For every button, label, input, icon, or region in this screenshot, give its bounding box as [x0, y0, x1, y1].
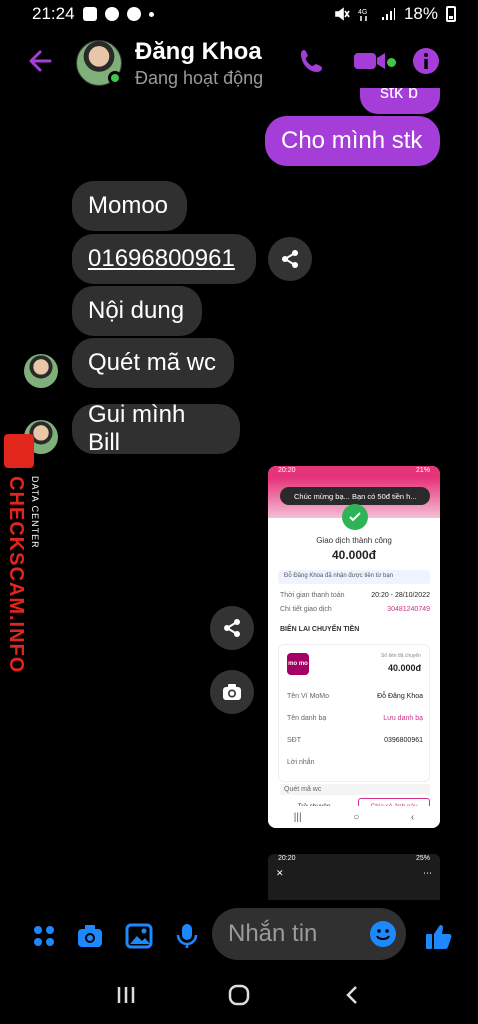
microphone-icon[interactable] — [173, 922, 201, 950]
received-message-phone-link[interactable]: 01696800961 — [72, 234, 256, 284]
share-icon — [224, 619, 240, 637]
apps-menu-icon[interactable] — [30, 922, 58, 950]
share-button[interactable] — [268, 237, 312, 281]
back-arrow-icon[interactable] — [26, 46, 56, 76]
mute-icon — [335, 7, 350, 21]
recent-apps-icon[interactable] — [115, 984, 137, 1006]
sender-avatar[interactable] — [24, 354, 58, 388]
lock-logo-icon — [4, 434, 34, 468]
status-bar: 21:24 4G 18% — [0, 0, 478, 28]
message-input[interactable]: Nhắn tin — [212, 908, 406, 960]
contact-status: Đang hoạt động — [135, 68, 264, 88]
gallery-icon[interactable] — [125, 922, 153, 950]
video-call-icon[interactable] — [352, 47, 388, 75]
success-check-icon — [342, 504, 368, 530]
received-message[interactable]: Momoo — [72, 181, 187, 231]
shared-payment-screenshot[interactable]: 20:20 21% Chúc mừng bạ... Bạn có 50đ tiề… — [268, 466, 440, 828]
shot-notification: Chúc mừng bạ... Bạn có 50đ tiền h... — [280, 487, 430, 505]
message-input-placeholder: Nhắn tin — [228, 920, 318, 947]
more-icon: ⋯ — [423, 868, 432, 878]
shared-screenshot-2[interactable]: 20:20 25% ✕ ⋯ — [268, 854, 440, 900]
checkscam-watermark: CHECKSCAM.INFO DATA CENTER — [0, 428, 40, 673]
home-icon[interactable] — [227, 983, 251, 1007]
battery-percent: 18% — [403, 4, 438, 23]
previous-message-bubble[interactable]: stk b — [360, 88, 440, 114]
camera-icon[interactable] — [76, 922, 104, 950]
shot-info: Đỗ Đăng Khoa đã nhận được tiền từ bạn — [278, 570, 430, 584]
received-message[interactable]: Gui mình Bill — [72, 401, 240, 456]
signal-icon — [381, 8, 395, 20]
sent-message[interactable]: Cho mình stk — [265, 116, 440, 166]
video-online-dot — [387, 58, 396, 67]
system-navigation-bar — [0, 966, 478, 1024]
back-nav-icon[interactable] — [341, 984, 363, 1006]
battery-icon — [446, 6, 456, 22]
chat-header: Đăng Khoa Đang hoạt động — [0, 30, 478, 94]
contact-name[interactable]: Đăng Khoa — [135, 38, 262, 66]
online-indicator — [108, 71, 122, 85]
messenger-notification-icon — [126, 7, 141, 21]
svg-text:4G: 4G — [358, 9, 367, 16]
watermark-subtitle: DATA CENTER — [30, 476, 40, 549]
received-message[interactable]: Nội dung — [72, 286, 202, 336]
more-notifications-icon — [148, 11, 154, 17]
close-icon: ✕ — [276, 868, 284, 878]
momo-logo: mo mo — [287, 653, 309, 675]
messenger-notification-icon — [104, 7, 119, 21]
shot-title: Giao dịch thành công — [316, 536, 392, 545]
4g-icon: 4G — [358, 9, 367, 21]
like-icon[interactable] — [424, 922, 454, 952]
status-time: 21:24 — [32, 4, 75, 23]
received-message[interactable]: Quét mã wc — [72, 338, 234, 388]
phone-icon[interactable] — [298, 47, 326, 75]
share-icon — [282, 250, 298, 268]
watermark-brand: CHECKSCAM.INFO — [5, 476, 27, 674]
gallery-notification-icon — [82, 7, 97, 21]
share-image-button[interactable] — [210, 606, 254, 650]
shot-amount: 40.000đ — [331, 548, 377, 562]
shot-receipt-card: mo mo Số tiền đã chuyển 40.000đ Tên Ví M… — [278, 644, 430, 782]
message-composer: Nhắn tin — [0, 906, 478, 964]
emoji-icon[interactable] — [370, 921, 396, 947]
camera-icon — [223, 684, 241, 700]
save-image-button[interactable] — [210, 670, 254, 714]
info-icon[interactable] — [412, 47, 440, 75]
